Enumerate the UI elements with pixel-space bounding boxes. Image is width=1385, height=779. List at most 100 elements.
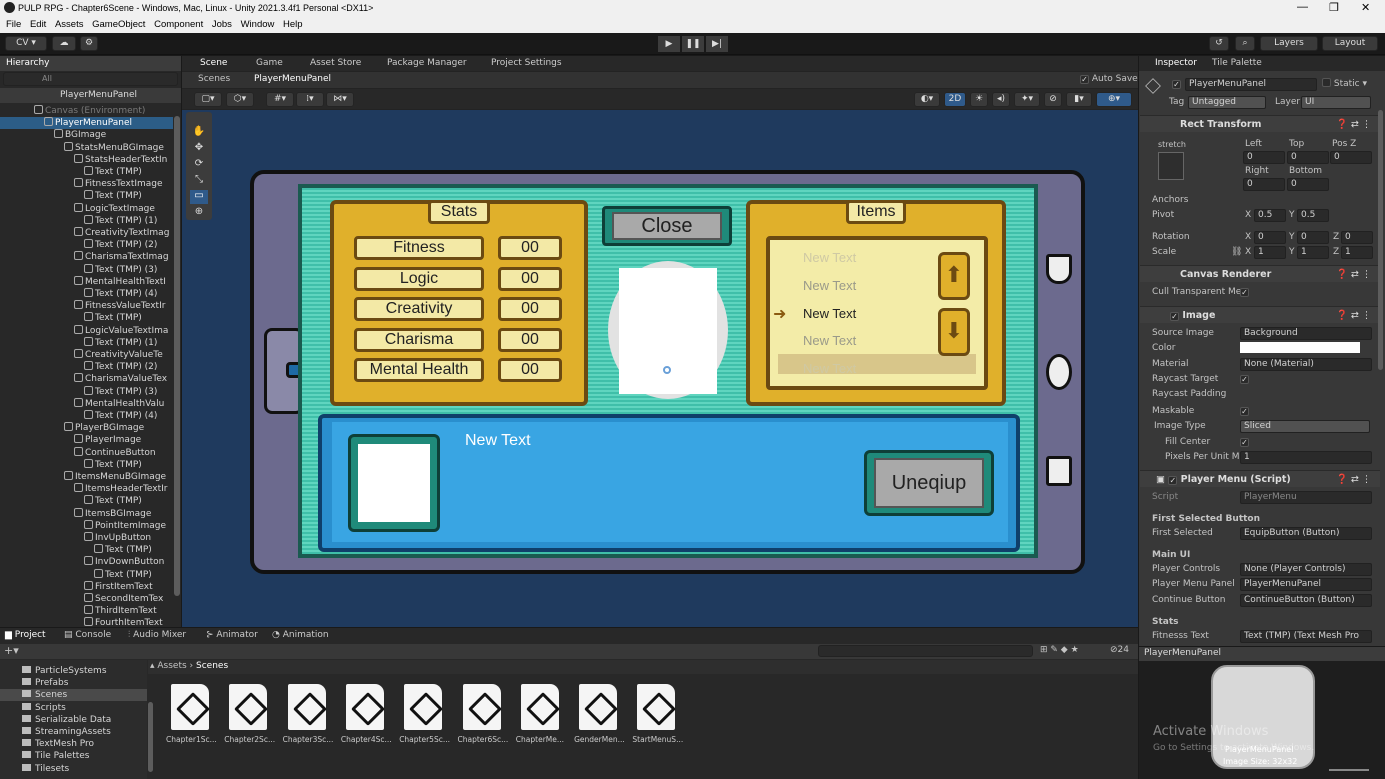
menu-jobs[interactable]: Jobs [212,19,232,30]
continue-button-field[interactable]: ContinueButton (Button) [1240,594,1372,607]
inv-up-button[interactable]: ⬆ [938,252,970,300]
transform-tool-icon[interactable]: ⊕ [190,206,208,218]
image-menu-icon[interactable]: ❓ ⇄ ⋮ [1336,307,1371,324]
first-selected-field[interactable]: EquipButton (Button) [1240,527,1372,540]
pivot-x-field[interactable]: 0.5 [1254,209,1286,222]
hierarchy-item[interactable]: SecondItemTex [0,593,173,605]
hierarchy-item[interactable]: Text (TMP) [0,166,173,178]
inv-down-button[interactable]: ⬇ [938,308,970,356]
ppu-field[interactable]: 1 [1240,451,1372,464]
scene-asset[interactable]: Chapter3Sc... [283,684,333,744]
breadcrumb-scenes-folder[interactable]: Scenes [196,661,228,671]
hierarchy-item[interactable]: Text (TMP) [0,312,173,324]
player-controls-field[interactable]: None (Player Controls) [1240,563,1372,576]
scale-y-field[interactable]: 1 [1297,246,1329,259]
preview-title[interactable]: PlayerMenuPanel [1144,648,1221,658]
hierarchy-item[interactable]: LogicTextImage [0,202,173,215]
search-icon[interactable]: ⌕ [1235,36,1255,51]
draw-mode-dropdown[interactable]: ▢▾ [194,92,222,107]
project-folder-item[interactable]: Scripts [0,702,147,714]
tab-package-manager[interactable]: Package Manager [387,58,467,68]
bottom-field[interactable]: 0 [1287,178,1329,191]
hierarchy-item[interactable]: Text (TMP) (3) [0,385,173,398]
align-dropdown[interactable]: ⋈▾ [326,92,354,107]
hierarchy-item[interactable]: ItemsMenuBGImage [0,471,173,483]
hierarchy-item[interactable]: StatsHeaderTextIn [0,153,173,166]
project-folder-item[interactable]: Serializable Data [0,714,147,726]
tab-audio-mixer[interactable]: ⫶ Audio Mixer [128,630,186,640]
hierarchy-item[interactable]: ItemsHeaderTextIr [0,483,173,495]
hierarchy-search[interactable]: All [3,72,178,86]
hierarchy-item[interactable]: Text (TMP) (2) [0,239,173,251]
tab-inspector[interactable]: Inspector [1155,58,1197,68]
project-folder-item[interactable]: Tilesets [0,763,147,775]
shading-dropdown[interactable]: ◐▾ [914,92,940,107]
material-field[interactable]: None (Material) [1240,358,1372,371]
collab-icon[interactable]: ⚙ [80,36,98,51]
grid-snap-dropdown[interactable]: #▾ [266,92,294,107]
unequip-button[interactable]: Uneqiup [874,458,984,508]
menu-assets[interactable]: Assets [55,19,84,30]
player-menu-script-header[interactable]: ▣ ✓ Player Menu (Script) ❓ ⇄ ⋮ [1140,470,1380,487]
maximize-button[interactable]: ❐ [1329,1,1339,14]
hierarchy-item[interactable]: MentalHealthTextI [0,275,173,288]
left-field[interactable]: 0 [1243,151,1285,164]
hierarchy-item[interactable]: FitnessTextImage [0,178,173,190]
layout-dropdown[interactable]: Layout [1322,36,1378,51]
hierarchy-item[interactable]: CharismaValueTex [0,373,173,385]
project-folder-item[interactable]: TextMesh Pro [0,738,147,750]
gizmo-cube-dropdown[interactable]: ⬡▾ [226,92,254,107]
hierarchy-item[interactable]: FitnessValueTextIr [0,300,173,312]
account-dropdown[interactable]: CV ▾ [5,36,47,51]
tab-console[interactable]: ▤ Console [64,630,111,640]
cull-transparent-checkbox[interactable]: ✓ [1240,286,1249,299]
hierarchy-item[interactable]: Text (TMP) [0,544,173,556]
hierarchy-item[interactable]: InvDownButton [0,556,173,568]
hierarchy-item[interactable]: StatsMenuBGImage [0,141,173,154]
scene-asset[interactable]: Chapter2Sc... [224,684,275,744]
hierarchy-item-selected[interactable]: PlayerMenuPanel [0,117,173,130]
hierarchy-item[interactable]: PlayerImage [0,434,173,446]
hierarchy-item[interactable]: BGImage [0,129,173,141]
play-button[interactable]: ▶ [658,36,680,52]
cloud-icon[interactable]: ☁ [52,36,76,51]
rot-x-field[interactable]: 0 [1254,231,1286,244]
project-folder-item[interactable]: StreamingAssets [0,726,147,738]
source-image-field[interactable]: Background [1240,327,1372,340]
camera-dropdown[interactable]: ▮▾ [1066,92,1092,107]
scene-asset[interactable]: Chapter6Sc... [458,684,508,744]
hierarchy-item[interactable]: Text (TMP) (2) [0,361,173,373]
menu-window[interactable]: Window [241,19,275,30]
hierarchy-item[interactable]: InvUpButton [0,532,173,544]
hierarchy-search-input[interactable]: All [42,74,52,83]
rot-z-field[interactable]: 0 [1341,231,1373,244]
tab-asset-store[interactable]: Asset Store [310,58,361,68]
tab-game[interactable]: Game [256,58,283,68]
tag-dropdown[interactable]: Untagged [1188,96,1266,109]
color-swatch[interactable] [1240,342,1360,353]
project-search-input[interactable] [818,645,1033,657]
close-button[interactable]: ✕ [1361,1,1370,14]
posz-field[interactable]: 0 [1330,151,1372,164]
top-field[interactable]: 0 [1287,151,1329,164]
hierarchy-item[interactable]: Text (TMP) [0,495,173,507]
2d-toggle[interactable]: 2D [944,92,966,107]
hierarchy-item[interactable]: ThirdItemText [0,605,173,617]
hierarchy-item[interactable]: ContinueButton [0,446,173,459]
hierarchy-item[interactable]: LogicValueTextIma [0,324,173,337]
scale-tool-icon[interactable]: ⤡ [190,174,208,188]
hierarchy-item[interactable]: Text (TMP) (1) [0,336,173,349]
hierarchy-item[interactable]: Text (TMP) [0,458,173,471]
image-type-dropdown[interactable]: Sliced [1240,420,1370,433]
hierarchy-item[interactable]: PlayerBGImage [0,422,173,434]
static-toggle[interactable]: Static ▾ [1322,78,1367,91]
hierarchy-item[interactable]: CreativityValueTe [0,349,173,361]
menu-component[interactable]: Component [154,19,203,30]
component-menu-icon[interactable]: ❓ ⇄ ⋮ [1336,116,1371,133]
breadcrumb-scenes[interactable]: Scenes [198,74,230,84]
layer-dropdown[interactable]: UI [1301,96,1371,109]
player-menu-panel-field[interactable]: PlayerMenuPanel [1240,578,1372,591]
auto-save-toggle[interactable]: ✓ Auto Save [1080,74,1138,84]
hidden-objects-icon[interactable]: ⊘ [1044,92,1062,107]
image-component-header[interactable]: ✓ Image ❓ ⇄ ⋮ [1140,306,1380,323]
